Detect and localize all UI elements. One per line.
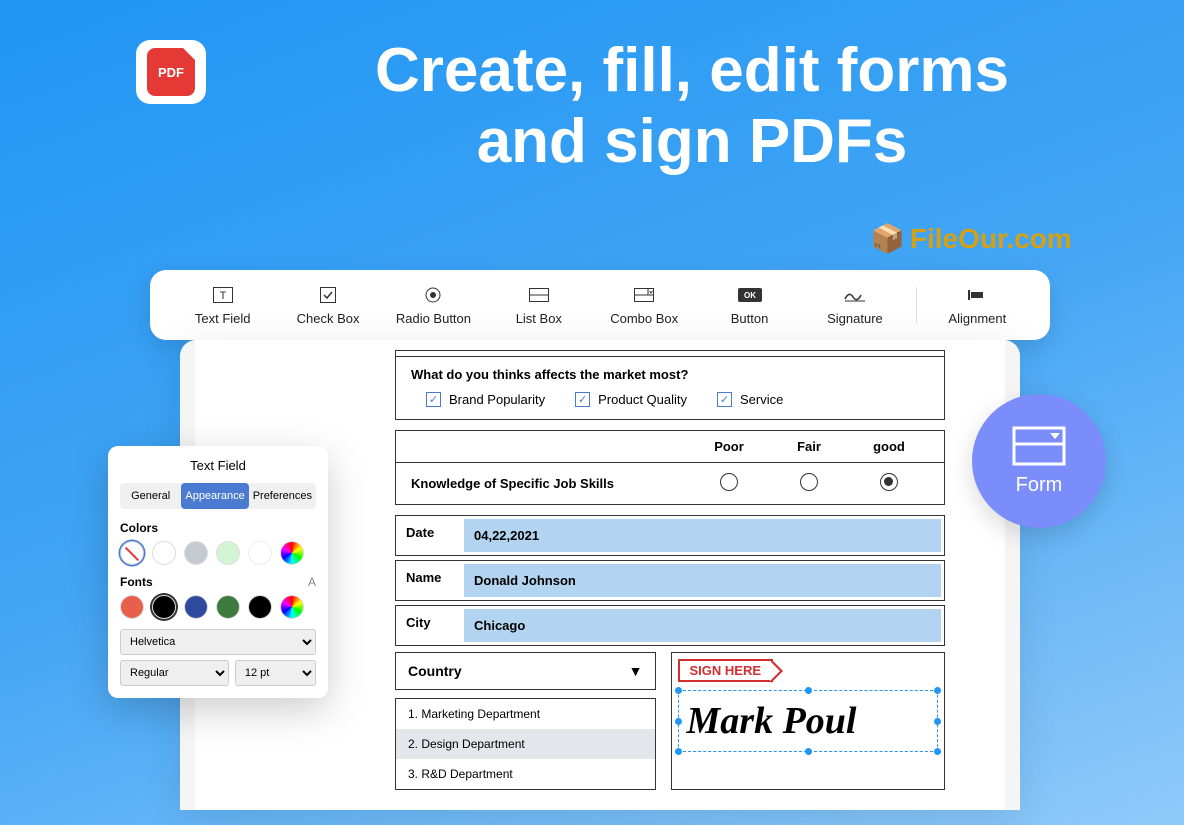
signature-box[interactable]: Mark Poul	[678, 690, 939, 752]
pdf-app-icon: PDF	[136, 40, 206, 104]
fcolor-black2[interactable]	[248, 595, 272, 619]
radio-poor[interactable]	[720, 473, 738, 491]
color-white[interactable]	[152, 541, 176, 565]
color-rainbow[interactable]	[280, 541, 304, 565]
dept-rd[interactable]: 3. R&D Department	[396, 759, 655, 789]
field-name: Name Donald Johnson	[395, 560, 945, 601]
check-service[interactable]: ✓Service	[717, 392, 783, 407]
chevron-down-icon: ▼	[629, 663, 643, 679]
tool-alignment[interactable]: Alignment	[925, 285, 1030, 326]
form-toolbar: T Text Field Check Box Radio Button List…	[150, 270, 1050, 340]
dept-marketing[interactable]: 1. Marketing Department	[396, 699, 655, 729]
check-product-quality[interactable]: ✓Product Quality	[575, 392, 687, 407]
font-family-select[interactable]: Helvetica	[120, 629, 316, 655]
fonts-label: FontsA	[120, 575, 316, 589]
tool-radio-button[interactable]: Radio Button	[381, 285, 486, 326]
name-input[interactable]: Donald Johnson	[464, 564, 941, 597]
colors-label: Colors	[120, 521, 316, 535]
sign-here-tag: SIGN HERE	[678, 659, 774, 682]
radio-fair[interactable]	[800, 473, 818, 491]
tab-general[interactable]: General	[120, 483, 181, 509]
radio-button-icon	[425, 285, 441, 305]
check-box-icon	[320, 285, 336, 305]
col-poor: Poor	[689, 439, 769, 454]
tool-button[interactable]: OK Button	[697, 285, 802, 326]
form-badge[interactable]: Form	[972, 394, 1106, 528]
col-good: good	[849, 439, 929, 454]
signature-text: Mark Poul	[687, 699, 930, 743]
field-city: City Chicago	[395, 605, 945, 646]
fcolor-rainbow[interactable]	[280, 595, 304, 619]
properties-panel: Text Field General Appearance Preference…	[108, 446, 328, 698]
color-none[interactable]	[120, 541, 144, 565]
panel-tabs: General Appearance Preferences	[120, 483, 316, 509]
question-text: What do you thinks affects the market mo…	[411, 367, 929, 382]
color-lightgreen[interactable]	[216, 541, 240, 565]
tool-check-box[interactable]: Check Box	[275, 285, 380, 326]
question-box: What do you thinks affects the market mo…	[395, 356, 945, 420]
fcolor-green[interactable]	[216, 595, 240, 619]
department-list: 1. Marketing Department 2. Design Depart…	[395, 698, 656, 790]
rating-row-label: Knowledge of Specific Job Skills	[411, 476, 689, 491]
radio-good[interactable]	[880, 473, 898, 491]
font-weight-select[interactable]: Regular	[120, 660, 229, 686]
svg-text:OK: OK	[744, 291, 756, 300]
tab-appearance[interactable]: Appearance	[181, 483, 248, 509]
form-badge-icon	[1012, 426, 1066, 466]
panel-title: Text Field	[120, 458, 316, 473]
city-input[interactable]: Chicago	[464, 609, 941, 642]
combo-box-icon	[634, 285, 654, 305]
font-color-swatches	[120, 595, 316, 619]
field-date: Date 04,22,2021	[395, 515, 945, 556]
fcolor-navy[interactable]	[184, 595, 208, 619]
form-badge-label: Form	[1016, 474, 1063, 497]
color-swatches	[120, 541, 316, 565]
tab-preferences[interactable]: Preferences	[249, 483, 316, 509]
tool-list-box[interactable]: List Box	[486, 285, 591, 326]
col-fair: Fair	[769, 439, 849, 454]
tool-signature[interactable]: Signature	[802, 285, 907, 326]
svg-text:T: T	[219, 290, 226, 302]
tool-combo-box[interactable]: Combo Box	[592, 285, 697, 326]
list-box-icon	[529, 285, 549, 305]
country-select[interactable]: Country▼	[395, 652, 656, 690]
alignment-icon	[967, 285, 987, 305]
button-icon: OK	[738, 285, 762, 305]
pdf-icon-text: PDF	[147, 48, 195, 96]
color-blank[interactable]	[248, 541, 272, 565]
fcolor-black[interactable]	[152, 595, 176, 619]
color-gray[interactable]	[184, 541, 208, 565]
check-brand-popularity[interactable]: ✓Brand Popularity	[426, 392, 545, 407]
rating-table: Poor Fair good Knowledge of Specific Job…	[395, 430, 945, 505]
dept-design[interactable]: 2. Design Department	[396, 729, 655, 759]
signature-icon	[843, 285, 867, 305]
tool-text-field[interactable]: T Text Field	[170, 285, 275, 326]
fcolor-red[interactable]	[120, 595, 144, 619]
text-field-icon: T	[213, 285, 233, 305]
toolbar-divider	[916, 287, 917, 323]
page-title: Create, fill, edit formsand sign PDFs	[250, 35, 1134, 178]
date-input[interactable]: 04,22,2021	[464, 519, 941, 552]
font-size-select[interactable]: 12 pt	[235, 660, 316, 686]
watermark: 📦FileOur.com	[870, 222, 1072, 255]
signature-area: SIGN HERE Mark Poul	[671, 652, 946, 790]
